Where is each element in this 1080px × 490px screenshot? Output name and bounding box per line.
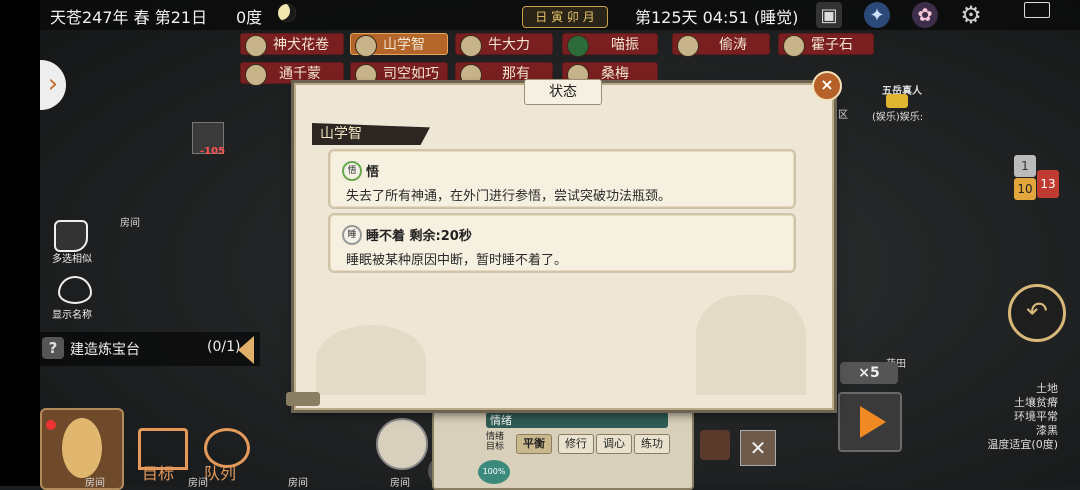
- mood-option-balance[interactable]: 平衡: [516, 434, 552, 454]
- close-button[interactable]: ×: [812, 71, 842, 101]
- back-button[interactable]: ↶: [1008, 284, 1066, 342]
- game-date: 天苍247年 春 第21日: [50, 8, 208, 27]
- chip-label: 偷涛: [719, 37, 747, 53]
- status-description: 睡眠被某种原因中断，暂时睡不着了。: [346, 253, 568, 268]
- chip-huo-zishi[interactable]: 霍子石: [778, 33, 874, 57]
- room-label: 房间: [120, 218, 140, 229]
- chip-shenquan-huajuan[interactable]: 神犬花卷: [240, 33, 344, 57]
- gourd-item[interactable]: [40, 408, 124, 490]
- room-label: 房间: [85, 478, 105, 489]
- avatar: [460, 35, 482, 57]
- build-task-progress: (0/1): [207, 339, 241, 355]
- gourd-icon: [62, 418, 102, 478]
- sleep-icon: 睡: [342, 225, 362, 245]
- save-icon[interactable]: ▣: [816, 2, 842, 28]
- marker-value: -105: [200, 146, 226, 157]
- status-description: 失去了所有神通，在外门进行参悟，尝试突破功法瓶颈。: [346, 189, 672, 204]
- avatar: [783, 35, 805, 57]
- avatar: [245, 35, 267, 57]
- avatar: [677, 35, 699, 57]
- palette-icon[interactable]: ✿: [912, 2, 938, 28]
- avatar: [567, 35, 589, 57]
- dialog-title: 状态: [524, 79, 602, 105]
- chip-label: 桑梅: [601, 66, 629, 82]
- status-card-insomnia: 睡 睡不着 剩余:20秒 睡眠被某种原因中断，暂时睡不着了。: [328, 213, 796, 273]
- cancel-action-icon[interactable]: ✕: [740, 430, 776, 466]
- mood-panel: 情绪 情绪目标 平衡 修行 调心 练功 100%: [432, 404, 694, 490]
- status-card-enlightenment: 悟 悟 失去了所有神通，在外门进行参悟，尝试突破功法瓶颈。: [328, 149, 796, 209]
- status-title: 悟: [366, 165, 380, 180]
- notification-count[interactable]: 1: [1014, 155, 1036, 177]
- chip-label: 霍子石: [811, 37, 853, 53]
- action-icon[interactable]: [700, 430, 730, 460]
- npc-badge-icon[interactable]: [886, 94, 908, 108]
- dialog-pedestal: [286, 392, 320, 406]
- target-label[interactable]: 目标: [142, 460, 174, 484]
- speed-multiplier[interactable]: ×5: [840, 362, 898, 384]
- chip-miao-zhen[interactable]: 喵振: [562, 33, 658, 57]
- moon-icon: [278, 4, 296, 22]
- play-icon: [860, 406, 886, 438]
- mood-header: 情绪: [490, 414, 512, 427]
- avatar: [355, 35, 377, 57]
- mood-percent: 100%: [478, 460, 510, 484]
- multi-select-icon[interactable]: [54, 220, 90, 252]
- alert-dot-icon: [46, 420, 56, 430]
- avatar: [245, 64, 267, 86]
- chip-tou-tao[interactable]: 偷涛: [672, 33, 770, 57]
- env-temperature: 温度适宜(0度): [987, 438, 1058, 451]
- help-icon[interactable]: ?: [42, 337, 64, 359]
- window-icon[interactable]: [1024, 2, 1050, 18]
- build-task-label: 建造炼宝台: [70, 342, 140, 358]
- notification-count[interactable]: 13: [1037, 170, 1059, 198]
- mood-option-calm[interactable]: 调心: [596, 434, 632, 454]
- chip-label: 神犬花卷: [273, 37, 329, 53]
- status-title: 睡不着 剩余:20秒: [366, 229, 472, 244]
- enlightenment-icon: 悟: [342, 161, 362, 181]
- mood-option-train[interactable]: 练功: [634, 434, 670, 454]
- multi-select-label: 多选相似: [52, 254, 92, 265]
- chip-label: 通千蒙: [279, 66, 321, 82]
- eye-icon[interactable]: [58, 276, 92, 304]
- status-dialog: 状态 × 山学智 悟 悟 失去了所有神通，在外门进行参悟，尝试突破功法瓶颈。 睡…: [294, 71, 842, 410]
- chip-label: 司空如巧: [383, 66, 439, 82]
- gear-icon[interactable]: ⚙: [958, 1, 984, 29]
- map-icon[interactable]: ✦: [864, 2, 890, 28]
- chip-tong-qianmeng[interactable]: 通千蒙: [240, 62, 344, 86]
- chip-label: 牛大力: [488, 37, 530, 53]
- mountain-decoration: [316, 325, 426, 395]
- chip-label: 喵振: [611, 37, 639, 53]
- queue-label[interactable]: 队列: [204, 460, 236, 484]
- play-button[interactable]: [838, 392, 902, 452]
- chip-niu-dali[interactable]: 牛大力: [455, 33, 553, 57]
- chip-shan-xuezhi[interactable]: 山学智: [350, 33, 448, 57]
- notification-count[interactable]: 10: [1014, 178, 1036, 200]
- character-name: 山学智: [312, 123, 430, 145]
- chip-sikong-ruqiao[interactable]: 司空如巧: [350, 62, 448, 86]
- game-time: 第125天 04:51 (睡觉): [635, 8, 799, 27]
- mood-option-cultivate[interactable]: 修行: [558, 434, 594, 454]
- collapse-arrow-icon[interactable]: [238, 336, 254, 364]
- room-label: 房间: [188, 478, 208, 489]
- mood-target-label: 情绪目标: [486, 432, 505, 452]
- temperature: 0度: [236, 8, 263, 27]
- mountain-decoration: [696, 295, 806, 395]
- show-names-label: 显示名称: [52, 310, 92, 321]
- room-label: 房间: [390, 478, 410, 489]
- npc-status: (娱乐)娱乐:: [872, 112, 924, 123]
- chip-label: 山学智: [383, 37, 425, 53]
- character-portrait[interactable]: [376, 418, 428, 470]
- mood-bar: 情绪: [486, 412, 668, 428]
- calendar-button[interactable]: 日 寅 卯 月: [522, 6, 608, 28]
- cursor-shape: [54, 220, 88, 252]
- room-label: 房间: [288, 478, 308, 489]
- screen-left-edge: [0, 0, 40, 486]
